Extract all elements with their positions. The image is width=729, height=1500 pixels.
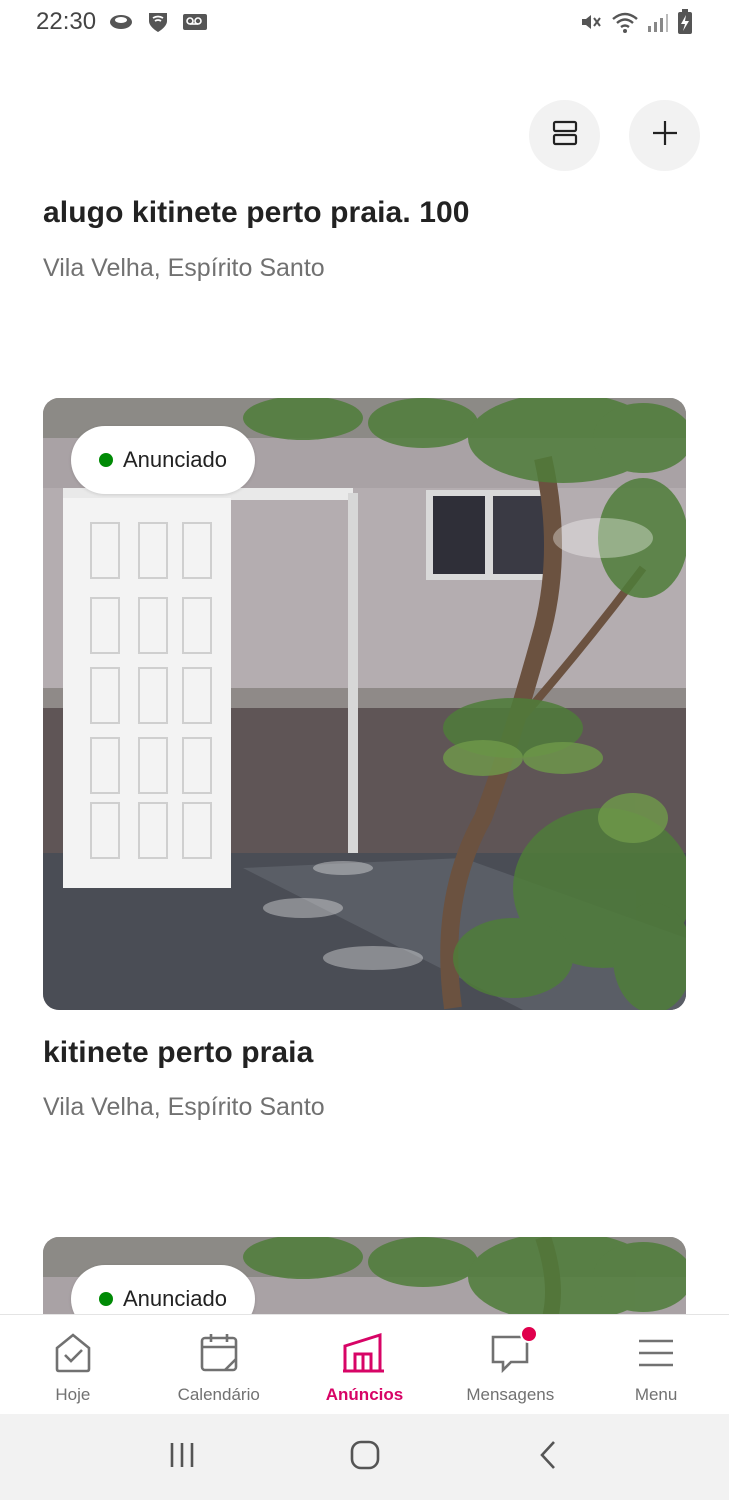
wifi-icon xyxy=(611,10,639,34)
status-time: 22:30 xyxy=(36,8,97,35)
status-dot xyxy=(99,453,113,467)
nav-item-anuncios[interactable]: Anúncios xyxy=(292,1315,438,1415)
status-dot xyxy=(99,1292,113,1306)
listing-location: Vila Velha, Espírito Santo xyxy=(43,1093,325,1121)
nav-label: Menu xyxy=(634,1385,678,1404)
nav-item-mensagens[interactable]: Mensagens xyxy=(437,1315,583,1415)
nav-label: Hoje xyxy=(55,1385,91,1404)
plus-icon xyxy=(651,119,679,152)
cloud-icon xyxy=(108,12,134,32)
nav-item-menu[interactable]: Menu xyxy=(583,1315,729,1415)
menu-icon xyxy=(634,1331,678,1375)
top-actions xyxy=(529,100,700,171)
listing-title[interactable]: kitinete perto praia xyxy=(43,1036,313,1070)
nav-label: Anúncios xyxy=(325,1385,404,1404)
status-badge: Anunciado xyxy=(71,426,255,494)
home-icon xyxy=(349,1439,381,1476)
status-badge-label: Anunciado xyxy=(123,1286,227,1311)
recent-apps-button[interactable] xyxy=(152,1427,212,1487)
back-button[interactable] xyxy=(518,1427,578,1487)
nav-item-calendario[interactable]: Calendário xyxy=(146,1315,292,1415)
nav-label: Calendário xyxy=(177,1385,260,1404)
calendar-icon xyxy=(197,1331,241,1375)
listings-house-icon xyxy=(342,1331,386,1375)
add-listing-button[interactable] xyxy=(629,100,700,171)
signal-icon xyxy=(647,11,669,33)
listing-photo[interactable]: Anunciado xyxy=(43,398,686,1010)
listing-location: Vila Velha, Espírito Santo xyxy=(43,254,325,282)
voicemail-icon xyxy=(182,12,208,32)
status-bar: 22:30 xyxy=(0,0,729,44)
notification-dot xyxy=(520,1325,539,1343)
nav-label: Mensagens xyxy=(466,1385,555,1404)
home-button[interactable] xyxy=(335,1427,395,1487)
battery-charging-icon xyxy=(677,9,693,35)
view-list-icon xyxy=(551,119,579,152)
recent-apps-icon xyxy=(167,1440,197,1475)
system-nav-bar xyxy=(0,1414,729,1500)
nav-item-hoje[interactable]: Hoje xyxy=(0,1315,146,1415)
view-toggle-button[interactable] xyxy=(529,100,600,171)
mute-icon xyxy=(579,10,603,34)
back-icon xyxy=(536,1439,560,1476)
today-check-icon xyxy=(51,1331,95,1375)
bottom-nav: Hoje Calendário Anúncios Mensagens Menu xyxy=(0,1314,729,1415)
listing-title[interactable]: alugo kitinete perto praia. 100 xyxy=(43,196,470,230)
message-icon xyxy=(488,1325,539,1375)
status-badge-label: Anunciado xyxy=(123,447,227,472)
shield-wifi-icon xyxy=(146,10,170,34)
